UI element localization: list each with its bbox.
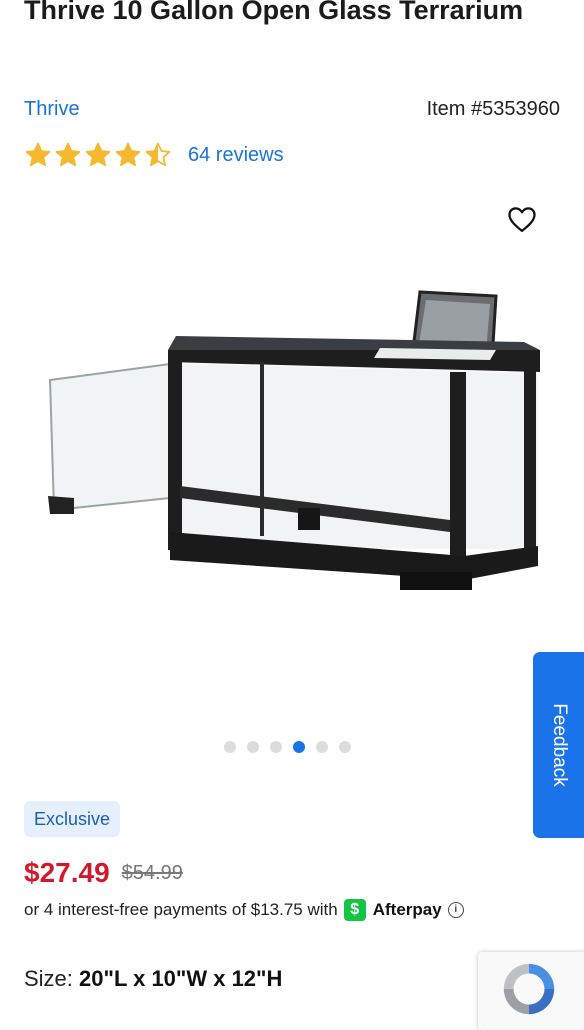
- size-value: 20"L x 10"W x 12"H: [79, 966, 283, 991]
- size-label: Size:: [24, 966, 73, 991]
- afterpay-logo-icon: $: [343, 899, 366, 921]
- recaptcha-badge[interactable]: [478, 952, 584, 1030]
- star-rating: [24, 141, 172, 169]
- item-number: Item #5353960: [426, 98, 560, 120]
- brand-row: Thrive Item #5353960: [24, 98, 560, 126]
- carousel-dot[interactable]: [339, 741, 351, 753]
- brand-link[interactable]: Thrive: [24, 98, 80, 121]
- carousel-dot[interactable]: [293, 741, 305, 753]
- original-price: $54.99: [121, 861, 183, 884]
- installment-row: or 4 interest-free payments of $13.75 wi…: [24, 896, 464, 924]
- feedback-label: Feedback: [548, 703, 570, 787]
- star-icon: [114, 141, 142, 169]
- afterpay-name: Afterpay: [372, 900, 442, 919]
- favorite-button[interactable]: [505, 202, 539, 236]
- recaptcha-icon: [503, 963, 555, 1015]
- heart-outline-icon: [508, 207, 536, 232]
- sale-price: $27.49: [24, 857, 110, 888]
- star-icon: [84, 141, 112, 169]
- star-icon: [144, 141, 172, 169]
- feedback-tab[interactable]: Feedback: [533, 652, 584, 838]
- carousel-dot[interactable]: [247, 741, 259, 753]
- reviews-link[interactable]: 64 reviews: [188, 144, 284, 167]
- star-icon: [54, 141, 82, 169]
- star-icon: [24, 141, 52, 169]
- installment-text: or 4 interest-free payments of $13.75 wi…: [24, 900, 338, 919]
- product-title: Thrive 10 Gallon Open Glass Terrarium: [24, 0, 524, 25]
- carousel-dot[interactable]: [270, 741, 282, 753]
- exclusive-badge: Exclusive: [24, 801, 121, 837]
- product-image[interactable]: [44, 288, 548, 604]
- carousel-dots: [224, 741, 351, 753]
- size-row: Size: 20"L x 10"W x 12"H: [24, 966, 282, 992]
- price-row: $27.49 $54.99: [24, 853, 183, 893]
- carousel-dot[interactable]: [224, 741, 236, 753]
- info-icon[interactable]: i: [447, 902, 464, 918]
- carousel-dot[interactable]: [316, 741, 328, 753]
- rating-row[interactable]: 64 reviews: [24, 140, 284, 170]
